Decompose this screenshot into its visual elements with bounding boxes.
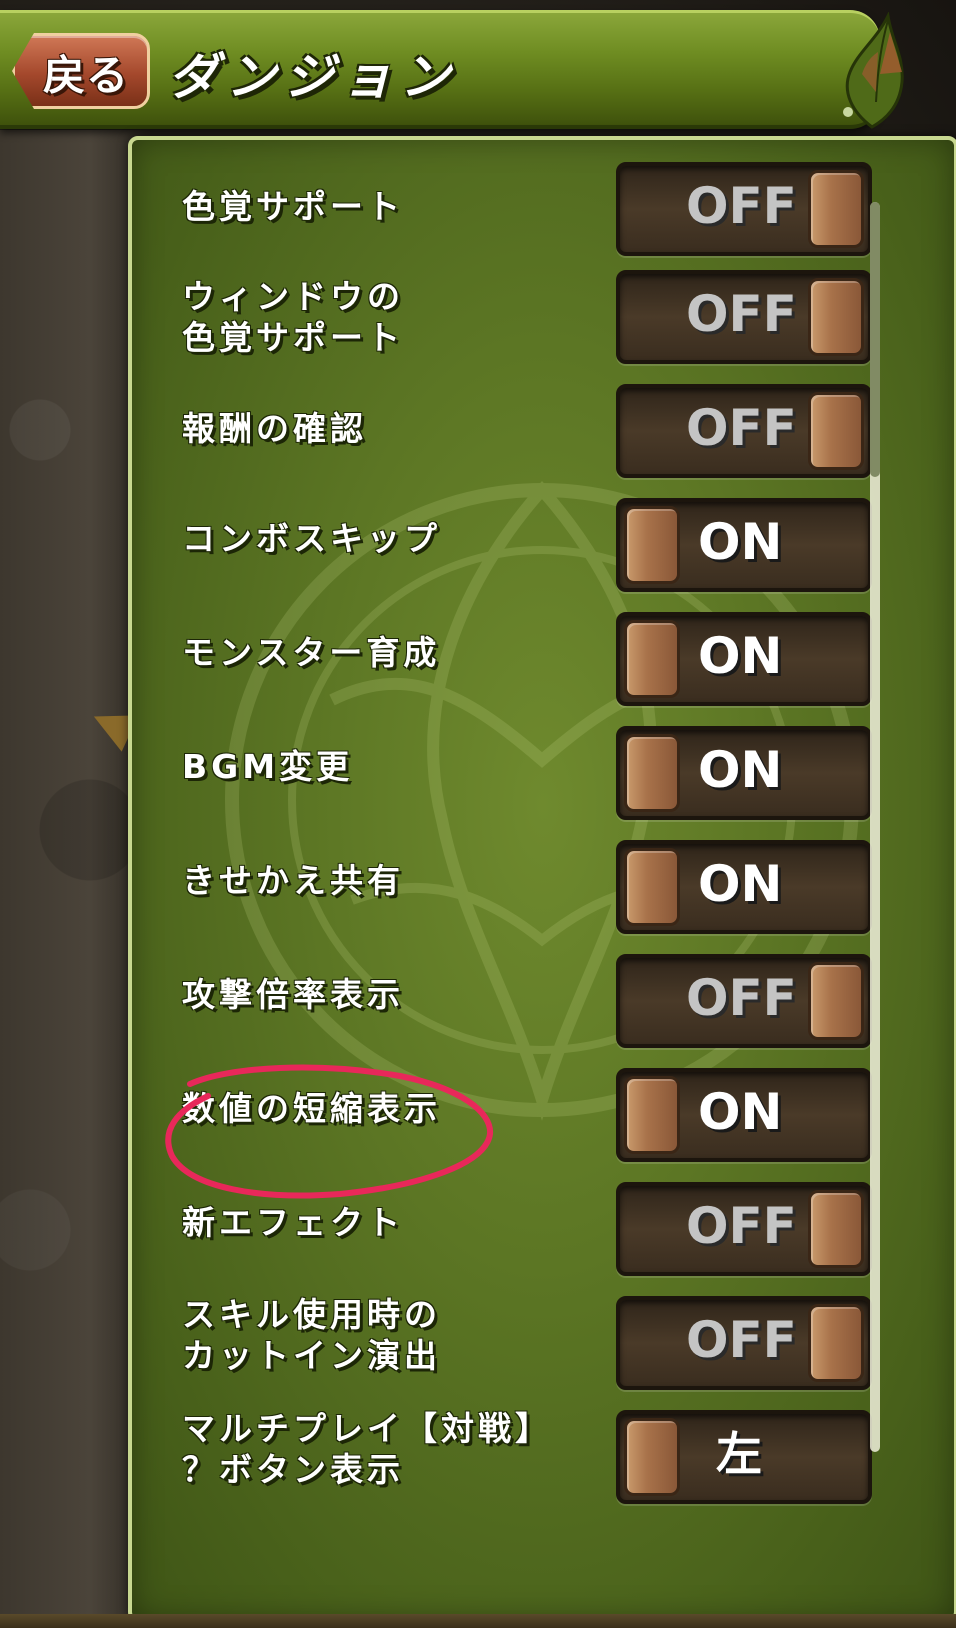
setting-label-window-color-support: ウィンドウの 色覚サポート xyxy=(182,277,404,357)
dragon-wing-icon xyxy=(843,12,904,129)
setting-label-reward-confirm: 報酬の確認 xyxy=(182,409,367,448)
toggle-number-shorten[interactable]: ON xyxy=(616,1068,872,1162)
toggle-value: 左 xyxy=(716,1427,762,1481)
toggle-knob xyxy=(808,170,864,248)
toggle-new-effect[interactable]: OFF xyxy=(616,1182,872,1276)
settings-screen: 戻る ダンジョン 色覚サポート OFF ウィンドウの 色覚サポート OFF 報酬… xyxy=(0,0,956,1628)
toggle-knob xyxy=(624,734,680,812)
page-title: ダンジョン xyxy=(168,48,458,106)
toggle-knob xyxy=(624,620,680,698)
setting-label-bgm-change: BGM変更 xyxy=(182,747,354,786)
toggle-reward-confirm[interactable]: OFF xyxy=(616,384,872,478)
toggle-value: ON xyxy=(698,741,783,799)
toggle-window-color-support[interactable]: OFF xyxy=(616,270,872,364)
toggle-skin-share[interactable]: ON xyxy=(616,840,872,934)
toggle-knob xyxy=(808,278,864,356)
toggle-knob xyxy=(624,1076,680,1154)
toggle-value: OFF xyxy=(686,177,797,235)
toggle-knob xyxy=(808,1304,864,1382)
toggle-bgm-change[interactable]: ON xyxy=(616,726,872,820)
toggle-combo-skip[interactable]: ON xyxy=(616,498,872,592)
toggle-value: OFF xyxy=(686,285,797,343)
setting-label-color-support: 色覚サポート xyxy=(182,187,404,226)
setting-label-skin-share: きせかえ共有 xyxy=(182,861,404,900)
toggle-knob xyxy=(808,1190,864,1268)
toggle-value: ON xyxy=(698,1083,783,1141)
toggle-cutin[interactable]: OFF xyxy=(616,1296,872,1390)
setting-label-monster-training: モンスター育成 xyxy=(182,633,441,672)
back-button[interactable]: 戻る xyxy=(12,33,150,109)
back-button-label: 戻る xyxy=(43,51,130,100)
toggle-value: OFF xyxy=(686,969,797,1027)
setting-label-multiplay-button: マルチプレイ【対戦】 ？ボタン表示 xyxy=(182,1409,552,1489)
toggle-color-support[interactable]: OFF xyxy=(616,162,872,256)
toggle-value: OFF xyxy=(686,1197,797,1255)
toggle-knob xyxy=(624,506,680,584)
toggle-attack-multiplier[interactable]: OFF xyxy=(616,954,872,1048)
toggle-knob xyxy=(624,1418,680,1496)
setting-label-cutin: スキル使用時の カットイン演出 xyxy=(182,1295,441,1375)
toggle-value: ON xyxy=(698,855,783,913)
toggle-knob xyxy=(624,848,680,926)
header-bar: 戻る ダンジョン xyxy=(0,10,880,129)
setting-label-combo-skip: コンボスキップ xyxy=(182,519,441,558)
setting-label-new-effect: 新エフェクト xyxy=(182,1203,404,1242)
toggle-monster-training[interactable]: ON xyxy=(616,612,872,706)
setting-label-attack-multiplier: 攻撃倍率表示 xyxy=(182,975,404,1014)
toggle-value: OFF xyxy=(686,399,797,457)
toggle-knob xyxy=(808,392,864,470)
settings-panel[interactable]: 色覚サポート OFF ウィンドウの 色覚サポート OFF 報酬の確認 OFF コ… xyxy=(128,136,956,1622)
toggle-value: OFF xyxy=(686,1311,797,1369)
toggle-knob xyxy=(808,962,864,1040)
toggle-value: ON xyxy=(698,627,783,685)
toggle-value: ON xyxy=(698,513,783,571)
setting-label-number-shorten: 数値の短縮表示 xyxy=(182,1089,441,1128)
toggle-multiplay-button[interactable]: 左 xyxy=(616,1410,872,1504)
bottom-border xyxy=(0,1614,956,1628)
scrollbar-thumb[interactable] xyxy=(870,202,880,477)
